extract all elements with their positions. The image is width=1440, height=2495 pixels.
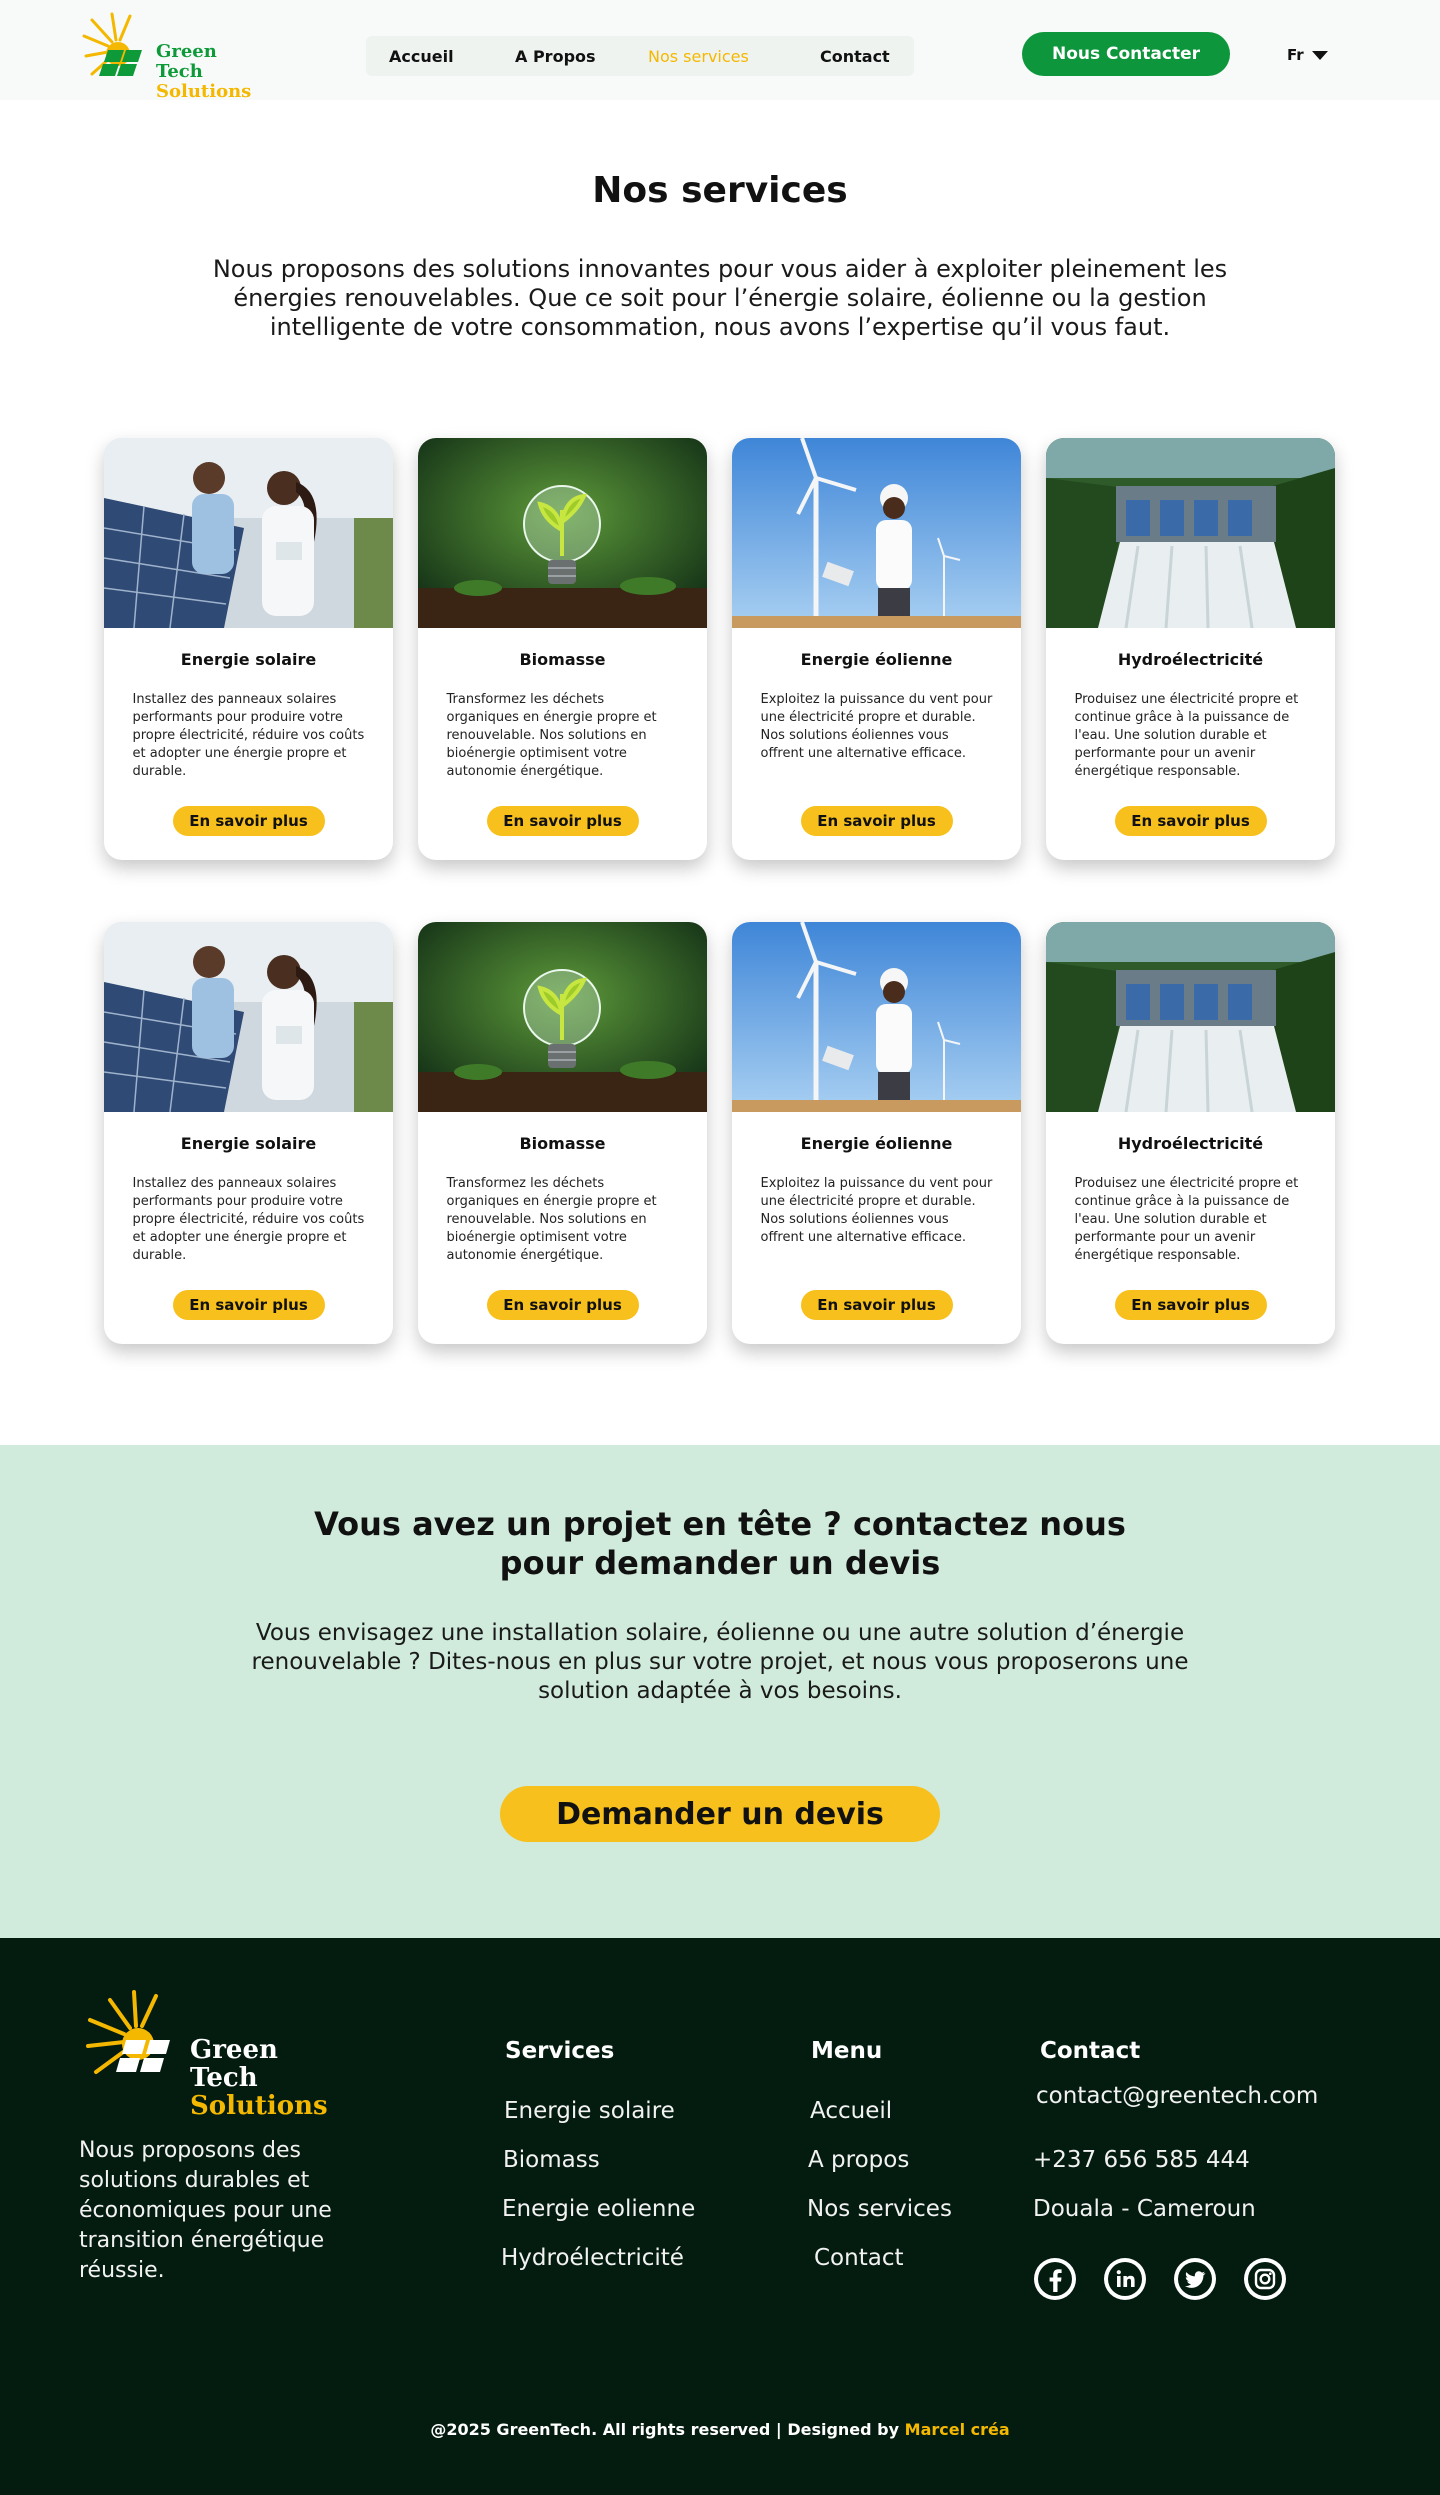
site-header: Green Tech Solutions Accueil A Propos No…	[0, 0, 1440, 102]
footer-logo-line2: Solutions	[190, 2091, 328, 2121]
service-card-solar: Energie solaire Installez des panneaux s…	[104, 438, 393, 860]
sun-panel-logo-icon	[82, 12, 142, 76]
instagram-icon[interactable]	[1244, 2258, 1286, 2300]
logo-line1: Green Tech	[156, 41, 217, 82]
lightbulb-plant-image	[418, 438, 707, 628]
lightbulb-plant-image	[418, 922, 707, 1112]
nav-contact[interactable]: Contact	[820, 47, 890, 66]
wind-turbine-image	[732, 438, 1021, 628]
footer-menu-title: Menu	[811, 2038, 883, 2064]
service-card-solar: Energie solaire Installez des panneaux s…	[104, 922, 393, 1344]
card-text: Produisez une électricité propre et cont…	[1074, 692, 1299, 779]
card-title: Energie éolienne	[800, 650, 953, 669]
logo[interactable]: Green Tech Solutions	[82, 12, 262, 102]
learn-more-button[interactable]: En savoir plus	[172, 806, 325, 836]
footer-link-nos-services[interactable]: Nos services	[807, 2196, 952, 2222]
request-quote-button[interactable]: Demander un devis	[500, 1786, 940, 1842]
solar-panels-image	[104, 922, 393, 1112]
footer-link-accueil[interactable]: Accueil	[810, 2098, 892, 2124]
site-footer: Green Tech Solutions Nous proposons des …	[0, 1938, 1440, 2495]
footer-logo-text: Green Tech Solutions	[190, 2036, 344, 2120]
service-card-wind: Energie éolienne Exploitez la puissance …	[732, 438, 1021, 860]
nav-accueil[interactable]: Accueil	[389, 47, 454, 66]
card-text: Installez des panneaux solaires performa…	[132, 1176, 365, 1263]
card-text: Exploitez la puissance du vent pour une …	[760, 1176, 993, 1245]
service-card-biomass: Biomasse Transformez les déchets organiq…	[418, 438, 707, 860]
card-title: Energie solaire	[180, 650, 317, 669]
services-intro: Nos services Nous proposons des solution…	[0, 100, 1440, 342]
footer-link-a-propos[interactable]: A propos	[808, 2147, 909, 2173]
facebook-icon[interactable]	[1034, 2258, 1076, 2300]
footer-link-energie-solaire[interactable]: Energie solaire	[504, 2098, 675, 2124]
designer-link[interactable]: Marcel créa	[905, 2420, 1010, 2439]
footer-contact-title: Contact	[1040, 2038, 1141, 2064]
card-title: Hydroélectricité	[1117, 650, 1264, 669]
card-title: Energie éolienne	[800, 1134, 953, 1153]
learn-more-button[interactable]: En savoir plus	[1114, 806, 1267, 836]
footer-logo[interactable]: Green Tech Solutions	[84, 1988, 344, 2120]
hydro-dam-image	[1046, 922, 1335, 1112]
card-title: Hydroélectricité	[1117, 1134, 1264, 1153]
page-title: Nos services	[592, 170, 848, 211]
card-text: Installez des panneaux solaires performa…	[132, 692, 365, 779]
footer-logo-line1: Green Tech	[190, 2035, 278, 2093]
twitter-icon[interactable]	[1174, 2258, 1216, 2300]
logo-text: Green Tech Solutions	[156, 42, 262, 102]
chevron-down-icon	[1311, 50, 1328, 60]
quote-request-section: Vous avez un projet en tête ? contactez …	[0, 1445, 1440, 1938]
language-selector[interactable]: Fr	[1287, 46, 1328, 64]
card-title: Energie solaire	[180, 1134, 317, 1153]
learn-more-button[interactable]: En savoir plus	[1114, 1290, 1267, 1320]
copyright-text: @2025 GreenTech. All rights reserved | D…	[0, 2420, 1440, 2439]
main-nav: Accueil A Propos Nos services Contact	[366, 36, 914, 76]
learn-more-button[interactable]: En savoir plus	[486, 1290, 639, 1320]
service-card-wind: Energie éolienne Exploitez la puissance …	[732, 922, 1021, 1344]
nav-a-propos[interactable]: A Propos	[515, 47, 596, 66]
nav-nos-services[interactable]: Nos services	[648, 47, 749, 66]
footer-link-energie-eolienne[interactable]: Energie eolienne	[502, 2196, 695, 2222]
wind-turbine-image	[732, 922, 1021, 1112]
linkedin-icon[interactable]	[1104, 2258, 1146, 2300]
footer-link-biomass[interactable]: Biomass	[503, 2147, 600, 2173]
footer-about-text: Nous proposons des solutions durables et…	[79, 2138, 332, 2283]
card-text: Transformez les déchets organiques en én…	[446, 692, 657, 779]
services-row-2: Energie solaire Installez des panneaux s…	[104, 922, 1335, 1344]
language-label: Fr	[1287, 46, 1304, 64]
services-row-1: Energie solaire Installez des panneaux s…	[104, 438, 1335, 860]
card-text: Exploitez la puissance du vent pour une …	[760, 692, 993, 761]
footer-location: Douala - Cameroun	[1033, 2196, 1256, 2222]
card-text: Transformez les déchets organiques en én…	[446, 1176, 657, 1263]
learn-more-button[interactable]: En savoir plus	[800, 1290, 953, 1320]
quote-title: Vous avez un projet en tête ? contactez …	[314, 1505, 1126, 1582]
contact-us-button[interactable]: Nous Contacter	[1022, 32, 1230, 76]
learn-more-button[interactable]: En savoir plus	[800, 806, 953, 836]
footer-link-contact[interactable]: Contact	[814, 2245, 903, 2271]
hydro-dam-image	[1046, 438, 1335, 628]
copyright-main: @2025 GreenTech. All rights reserved | D…	[430, 2420, 905, 2439]
intro-text: Nous proposons des solutions innovantes …	[212, 255, 1228, 341]
footer-services-title: Services	[505, 2038, 615, 2064]
solar-panels-image	[104, 438, 393, 628]
card-title: Biomasse	[519, 1134, 606, 1153]
quote-text: Vous envisagez une installation solaire,…	[251, 1620, 1189, 1704]
learn-more-button[interactable]: En savoir plus	[172, 1290, 325, 1320]
service-card-biomass: Biomasse Transformez les déchets organiq…	[418, 922, 707, 1344]
footer-phone[interactable]: +237 656 585 444	[1033, 2147, 1250, 2173]
sun-panel-logo-icon	[86, 1990, 170, 2074]
learn-more-button[interactable]: En savoir plus	[486, 806, 639, 836]
service-card-hydro: Hydroélectricité Produisez une électrici…	[1046, 438, 1335, 860]
logo-line2: Solutions	[156, 81, 252, 102]
service-card-hydro: Hydroélectricité Produisez une électrici…	[1046, 922, 1335, 1344]
card-title: Biomasse	[519, 650, 606, 669]
footer-link-hydroelectricite[interactable]: Hydroélectricité	[501, 2245, 684, 2271]
card-text: Produisez une électricité propre et cont…	[1074, 1176, 1299, 1263]
footer-email[interactable]: contact@greentech.com	[1036, 2083, 1318, 2109]
